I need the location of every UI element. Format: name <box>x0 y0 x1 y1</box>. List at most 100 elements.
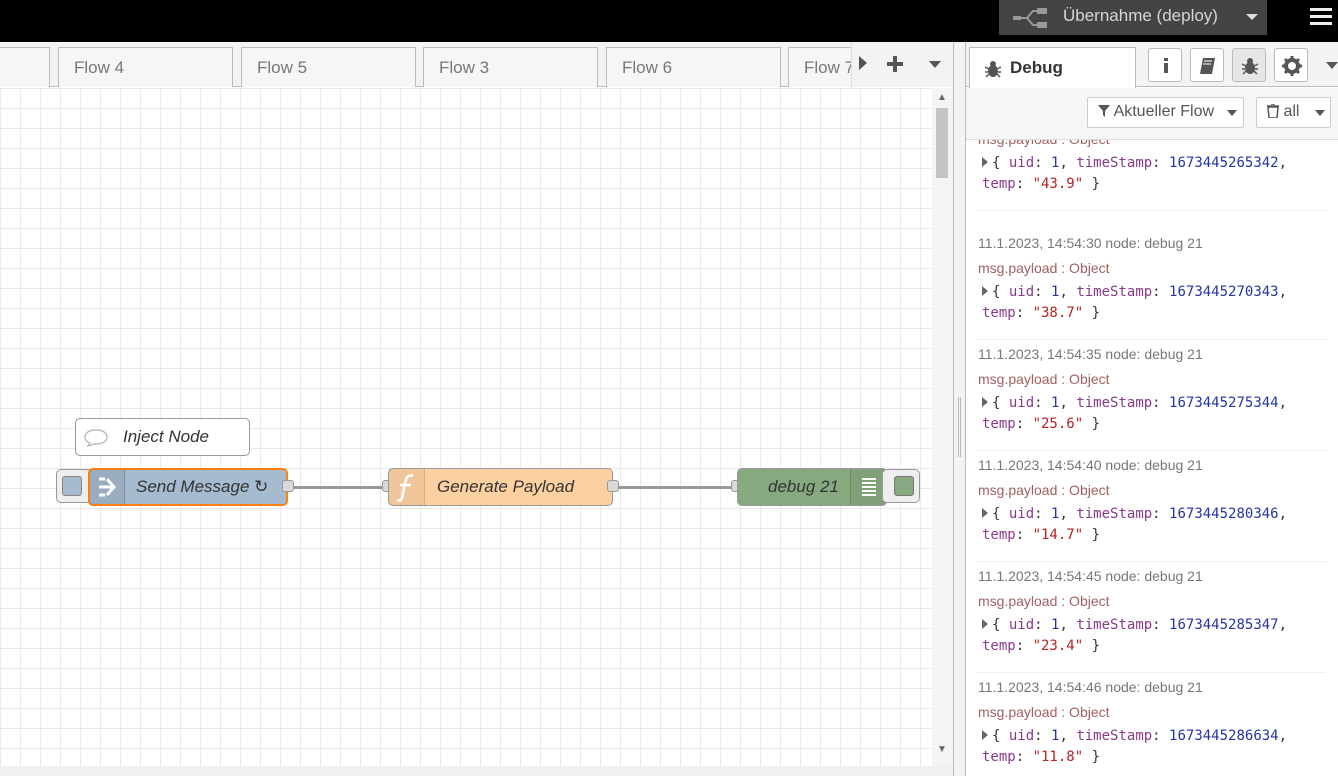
debug-filter-dropdown[interactable]: Aktueller Flow <box>1087 97 1244 128</box>
message-path[interactable]: msg.payload : Object <box>978 482 1110 498</box>
message-meta: 11.1.2023, 14:54:45 node: debug 21 <box>978 568 1203 584</box>
message-payload[interactable]: { uid: 1, timeStamp: 1673445275344, temp… <box>982 393 1287 435</box>
payload-key: timeStamp <box>1076 284 1153 300</box>
inject-trigger-button[interactable] <box>62 476 82 496</box>
sidebar-menu-caret-icon[interactable] <box>1326 62 1338 70</box>
payload-value: 1673445280346 <box>1169 506 1279 522</box>
info-tab-button[interactable] <box>1148 48 1182 82</box>
payload-value: 1673445285347 <box>1169 617 1279 633</box>
tab-debug[interactable]: Debug <box>969 47 1136 88</box>
expand-triangle-icon[interactable] <box>982 286 988 296</box>
payload-key: temp <box>982 749 1016 765</box>
tab-label: Flow 5 <box>257 58 308 77</box>
payload-value: "25.6" <box>1032 416 1084 432</box>
message-path[interactable]: msg.payload : Object <box>978 371 1110 387</box>
sidebar-tab-bar: Debug <box>966 42 1338 88</box>
message-payload[interactable]: { uid: 1, timeStamp: 1673445280346, temp… <box>982 504 1287 546</box>
deploy-menu-caret-icon[interactable] <box>1239 6 1266 28</box>
flow-list-caret-icon[interactable] <box>929 61 941 69</box>
expand-triangle-icon[interactable] <box>982 157 988 167</box>
message-payload[interactable]: { uid: 1, timeStamp: 1673445286634, temp… <box>982 726 1287 768</box>
config-tab-button[interactable] <box>1274 48 1308 82</box>
debug-node[interactable]: debug 21 <box>737 468 887 506</box>
tab-flow-6[interactable]: Flow 6 <box>606 47 781 87</box>
add-flow-icon[interactable] <box>887 56 903 72</box>
scrollbar-thumb[interactable] <box>936 108 948 178</box>
tab-flow-7[interactable]: Flow 7 <box>788 47 858 87</box>
debug-toggle-housing <box>882 469 920 503</box>
debug-node-label: debug 21 <box>768 477 839 496</box>
payload-key: temp <box>982 176 1016 192</box>
debug-toolbar: Aktueller Flow all <box>966 88 1338 140</box>
tab-flow-hidden[interactable] <box>0 47 50 87</box>
payload-key: temp <box>982 416 1016 432</box>
help-tab-button[interactable] <box>1190 48 1224 82</box>
deploy-icon <box>1013 8 1047 28</box>
function-node-label: Generate Payload <box>437 477 575 496</box>
flow-tab-bar: Flow 4 Flow 5 Flow 3 Flow 6 Flow 7 <box>0 42 953 87</box>
expand-triangle-icon[interactable] <box>982 730 988 740</box>
inject-output-port[interactable] <box>282 480 294 492</box>
book-icon <box>1200 58 1215 74</box>
main-menu-icon[interactable] <box>1310 8 1332 28</box>
tab-flow-3[interactable]: Flow 3 <box>423 47 598 87</box>
deploy-label: Übernahme (deploy) <box>1063 6 1218 25</box>
tab-label: Flow 3 <box>439 58 490 77</box>
tab-label: Flow 6 <box>622 58 673 77</box>
wire[interactable] <box>294 486 384 489</box>
tab-flow-4[interactable]: Flow 4 <box>58 47 233 87</box>
clear-messages-button[interactable]: all <box>1256 97 1331 128</box>
expand-triangle-icon[interactable] <box>982 397 988 407</box>
message-payload[interactable]: { uid: 1, timeStamp: 1673445265342, temp… <box>982 153 1287 195</box>
scroll-down-icon[interactable]: ▼ <box>937 744 947 755</box>
trash-icon <box>1267 103 1279 119</box>
message-path[interactable]: msg.payload : Object <box>978 260 1110 276</box>
payload-key: uid <box>1008 506 1035 522</box>
filter-icon <box>1098 105 1110 117</box>
expand-triangle-icon[interactable] <box>982 619 988 629</box>
payload-key: timeStamp <box>1076 617 1153 633</box>
workspace-horizontal-scrollbar[interactable] <box>0 766 953 776</box>
payload-value: 1 <box>1051 506 1060 522</box>
info-icon <box>1164 58 1168 73</box>
debug-tab-button[interactable] <box>1232 48 1266 82</box>
workspace-vertical-scrollbar[interactable]: ▲ ▼ <box>932 88 953 766</box>
tab-flow-5[interactable]: Flow 5 <box>241 47 416 87</box>
payload-value: 1 <box>1051 155 1060 171</box>
message-meta: 11.1.2023, 14:54:40 node: debug 21 <box>978 457 1203 473</box>
message-payload[interactable]: { uid: 1, timeStamp: 1673445270343, temp… <box>982 282 1287 324</box>
deploy-button[interactable]: Übernahme (deploy) <box>999 0 1267 35</box>
payload-value: "23.4" <box>1032 638 1084 654</box>
splitter-grip[interactable] <box>958 397 961 457</box>
wire[interactable] <box>619 486 733 489</box>
debug-list-icon <box>850 469 886 505</box>
payload-value: 1673445265342 <box>1169 155 1279 171</box>
filter-label: Aktueller Flow <box>1113 103 1215 120</box>
function-output-port[interactable] <box>607 480 619 492</box>
inject-node[interactable]: Send Message ↻ <box>88 468 288 506</box>
scroll-tabs-right-icon[interactable] <box>858 55 868 71</box>
sidebar-splitter[interactable] <box>953 42 966 776</box>
clear-label: all <box>1283 103 1300 120</box>
payload-key: temp <box>982 527 1016 543</box>
comment-node[interactable]: Inject Node <box>75 418 250 456</box>
message-path[interactable]: msg.payload : Object <box>978 593 1110 609</box>
debug-message-list[interactable]: msg.payload : Object { uid: 1, timeStamp:… <box>976 140 1338 776</box>
message-path[interactable]: msg.payload : Object <box>978 140 1110 147</box>
payload-key: uid <box>1008 284 1035 300</box>
inject-node-label: Send Message ↻ <box>136 477 269 496</box>
message-meta: 11.1.2023, 14:54:46 node: debug 21 <box>978 679 1203 695</box>
bug-icon <box>984 61 1002 78</box>
debug-message: 11.1.2023, 14:54:40 node: debug 21 msg.pa… <box>976 451 1326 562</box>
debug-toggle-button[interactable] <box>894 476 914 496</box>
scroll-up-icon[interactable]: ▲ <box>937 92 947 103</box>
payload-key: timeStamp <box>1076 155 1153 171</box>
function-node[interactable]: Generate Payload <box>388 468 613 506</box>
message-path[interactable]: msg.payload : Object <box>978 704 1110 720</box>
message-payload[interactable]: { uid: 1, timeStamp: 1673445285347, temp… <box>982 615 1287 657</box>
payload-value: 1 <box>1051 728 1060 744</box>
payload-value: 1 <box>1051 617 1060 633</box>
expand-triangle-icon[interactable] <box>982 508 988 518</box>
gear-icon <box>1282 56 1302 76</box>
comment-label: Inject Node <box>123 427 209 446</box>
